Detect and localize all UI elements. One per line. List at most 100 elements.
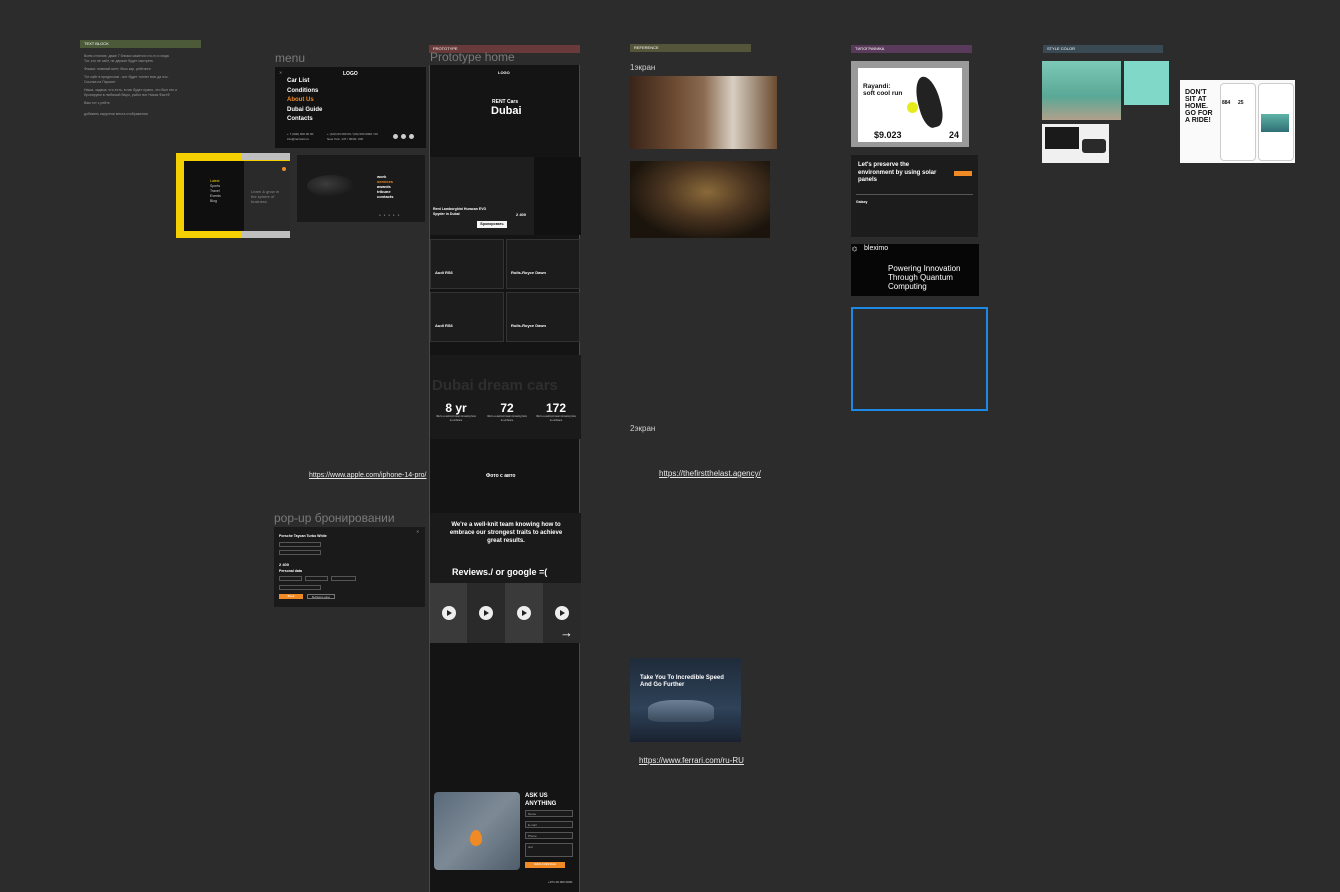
- social-icon[interactable]: [409, 134, 414, 139]
- yellow-frame-bottom-strip: [242, 231, 290, 238]
- arrow-right-icon[interactable]: →: [560, 625, 573, 640]
- ask-heading: ASK US ANYTHING: [525, 793, 557, 807]
- play-icon[interactable]: [555, 606, 569, 620]
- popup-confirm-button[interactable]: Book: [279, 594, 303, 599]
- car-card[interactable]: Rolls-Royce Dawn: [506, 239, 580, 289]
- popup-car-name: Porsche Taycan Turbo White: [279, 534, 327, 538]
- menu-item-about-us[interactable]: About Us: [287, 96, 322, 106]
- menu-item-contacts[interactable]: Contacts: [287, 115, 322, 125]
- note-line: добавить карусели места отображения: [84, 112, 148, 116]
- yellow-frame-top-strip: [242, 153, 290, 160]
- style-color-tag[interactable]: STYLE COLOR: [1043, 45, 1163, 53]
- bleximo-brand: bleximo: [864, 245, 889, 252]
- rayandi-frame[interactable]: Rayandi: soft cool run $9.023 24: [851, 61, 969, 147]
- reference-tag[interactable]: REFERENCE: [630, 44, 751, 52]
- play-icon[interactable]: [442, 606, 456, 620]
- email-field[interactable]: E-mail: [525, 821, 573, 828]
- car-card[interactable]: Audi RS6: [430, 239, 504, 289]
- map-pin-icon[interactable]: [470, 830, 482, 846]
- popup-comment-field[interactable]: [279, 585, 321, 590]
- pagination-dots[interactable]: ● ● ● ● ●: [379, 213, 400, 217]
- bleximo-text: Powering Innovation Through Quantum Comp…: [888, 264, 961, 291]
- solar-cta-button[interactable]: [954, 171, 972, 176]
- typography-tag[interactable]: ТИПОГРАФИКА: [851, 45, 972, 53]
- ride-poster-text: DON'T SIT AT HOME. GO FOR A RIDE!: [1185, 89, 1213, 124]
- stat-text: We're a well-knit team knowing how to em…: [536, 415, 576, 422]
- book-button[interactable]: Бронировать: [477, 221, 507, 228]
- video-carousel[interactable]: →: [430, 583, 581, 643]
- phone-field[interactable]: Phone: [525, 832, 573, 839]
- solar-frame[interactable]: Let's preserve the environment by using …: [851, 155, 978, 237]
- stat-b: 25: [1238, 100, 1244, 106]
- popup-frame[interactable]: ✕ Porsche Taycan Turbo White 2 400 Perso…: [274, 527, 425, 607]
- rayandi-title: Rayandi: soft cool run: [863, 83, 903, 97]
- menu-frame[interactable]: ✕ LOGO Car List Conditions About Us Duba…: [275, 67, 426, 148]
- rayandi-card: Rayandi: soft cool run $9.023 24: [858, 68, 962, 142]
- bleximo-logo-icon: ⌬: [852, 247, 858, 253]
- menu-item-conditions[interactable]: Conditions: [287, 87, 322, 97]
- popup-email-field[interactable]: [305, 576, 328, 581]
- popup-time-field[interactable]: [279, 550, 321, 555]
- yellow-frame-nav-panel: Latest Sports Travel Events Blog: [184, 161, 244, 231]
- mint-room-image[interactable]: [1042, 61, 1121, 120]
- textblock-tag[interactable]: TEXT BLOCK: [80, 40, 201, 48]
- popup-secondary-button[interactable]: Выберите даты: [307, 594, 335, 599]
- business-card-car: [1082, 139, 1106, 153]
- reference-image-rolls[interactable]: [630, 161, 770, 238]
- rayandi-yellow-dot: [907, 102, 918, 113]
- ferrari-car: [648, 700, 714, 722]
- menu-logo: LOGO: [343, 71, 358, 77]
- proto-team-section: We're a well-knit team knowing how to em…: [430, 513, 581, 583]
- message-field[interactable]: text: [525, 843, 573, 857]
- social-icon[interactable]: [401, 134, 406, 139]
- proto-side-panel: [534, 157, 581, 235]
- business-card-image[interactable]: [1042, 124, 1109, 163]
- car-card-title: Audi RS6: [435, 323, 453, 328]
- ferrari-link[interactable]: https://www.ferrari.com/ru-RU: [639, 756, 744, 765]
- phone-mockup: [1220, 83, 1256, 161]
- popup-close-icon[interactable]: ✕: [416, 529, 419, 534]
- close-icon[interactable]: ✕: [279, 70, 282, 75]
- play-icon[interactable]: [517, 606, 531, 620]
- car-card[interactable]: Rolls-Royce Dawn: [506, 292, 580, 342]
- bleximo-frame[interactable]: bleximo ⌬ Powering Innovation Through Qu…: [851, 244, 979, 296]
- mint-swatch[interactable]: [1124, 61, 1169, 105]
- map[interactable]: [434, 792, 520, 870]
- yellow-frame-content: Learn & grow in the sphere of business: [244, 161, 290, 231]
- submit-button[interactable]: SEND A MESSAGE: [525, 862, 565, 868]
- rayandi-shoe: [911, 74, 947, 130]
- selection-box[interactable]: [851, 307, 988, 411]
- stat-block: 72 We're a well-knit team knowing how to…: [487, 401, 527, 422]
- ferrari-headline: Take You To Incredible Speed And Go Furt…: [640, 675, 724, 688]
- solar-divider: [856, 194, 973, 195]
- reference-image-ferrari[interactable]: Take You To Incredible Speed And Go Furt…: [630, 658, 741, 742]
- popup-name-field[interactable]: [279, 576, 302, 581]
- work-frame[interactable]: work services awards tribune contacts ● …: [297, 155, 425, 222]
- reference-image-woman[interactable]: [630, 76, 777, 149]
- play-icon[interactable]: [479, 606, 493, 620]
- apple-link[interactable]: https://www.apple.com/iphone-14-pro/: [309, 472, 427, 479]
- car-card[interactable]: Audi RS6: [430, 292, 504, 342]
- popup-date-field[interactable]: [279, 542, 321, 547]
- work-nav-item[interactable]: contacts: [377, 194, 393, 199]
- menu-item-car-list[interactable]: Car List: [287, 77, 322, 87]
- proto-reviews-heading: Reviews./ or google =(: [452, 567, 548, 577]
- car-card-title: Rolls-Royce Dawn: [511, 270, 546, 275]
- social-icon[interactable]: [393, 134, 398, 139]
- proto-promo-text: Rent Lamborghini Huracan EVO Spyder in D…: [433, 207, 487, 216]
- popup-frame-label: pop-up бронировании: [274, 511, 395, 525]
- stat-block: 172 We're a well-knit team knowing how t…: [536, 401, 576, 422]
- name-field[interactable]: Name: [525, 810, 573, 817]
- ride-app-frame[interactable]: DON'T SIT AT HOME. GO FOR A RIDE! 884 25: [1180, 80, 1295, 163]
- menu-item-dubai-guide[interactable]: Dubai Guide: [287, 106, 322, 116]
- proto-big-heading: Dubai dream cars: [432, 377, 558, 394]
- screen1-label: 1экран: [630, 63, 656, 72]
- yellow-frame[interactable]: Latest Sports Travel Events Blog Learn &…: [176, 153, 290, 238]
- notes-block: Всем отличие, даже 7 близко кажется что-…: [84, 54, 204, 117]
- proto-phone: +971 00 000 0000: [548, 880, 573, 884]
- firstthelast-link[interactable]: https://thefirstthelast.agency/: [659, 469, 761, 478]
- yellow-nav-item[interactable]: Blog: [210, 199, 221, 204]
- popup-phone-field[interactable]: [331, 576, 356, 581]
- stat-value: 172: [545, 401, 567, 415]
- prototype-home-frame[interactable]: LOGO RENT Cars Dubai Rent Lamborghini Hu…: [429, 65, 581, 892]
